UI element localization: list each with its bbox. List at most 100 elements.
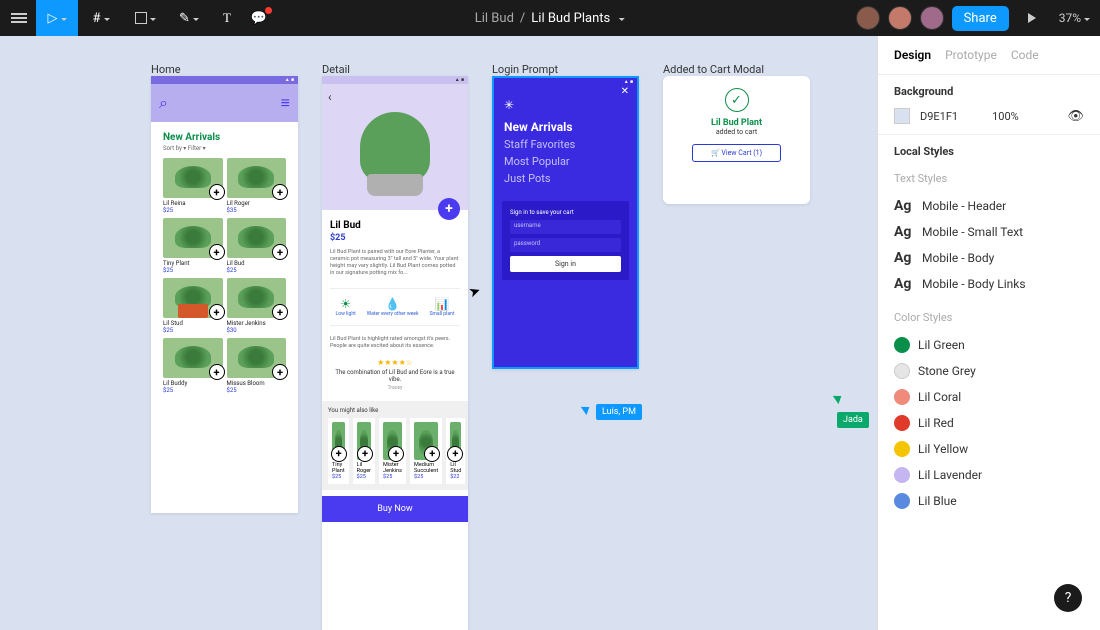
- close-icon[interactable]: ✕: [621, 86, 629, 97]
- comment-tool[interactable]: 💬: [244, 0, 274, 36]
- suggestion-cell[interactable]: +Medium Succulent$25: [410, 418, 442, 484]
- bg-hex[interactable]: D9E1F1: [920, 110, 958, 123]
- frame-label-login[interactable]: Login Prompt: [492, 63, 558, 76]
- top-toolbar: ▷ # ✎ T 💬 Lil Bud / Lil Bud Plants Share…: [0, 0, 1100, 36]
- color-style-row[interactable]: Lil Green: [894, 332, 1084, 358]
- frame-detail[interactable]: ▲ ■ ‹ + Lil Bud $25 Lil Bud Plant is pai…: [322, 76, 468, 630]
- login-nav-item[interactable]: New Arrivals: [504, 120, 627, 134]
- suggestion-cell[interactable]: +Lil Stud$22: [446, 418, 465, 484]
- frame-login[interactable]: ▲ ■ ✕ ✳ New ArrivalsStaff FavoritesMost …: [492, 76, 639, 369]
- frame-home[interactable]: ▲ ■ ⌕≡ New Arrivals Sort by ▾ Filter ▾ +…: [151, 76, 298, 513]
- product-cell[interactable]: +Lil Stud$25: [163, 278, 223, 334]
- rating-stars: ★★★★☆: [330, 358, 460, 367]
- add-button[interactable]: +: [272, 304, 288, 320]
- add-fab[interactable]: +: [438, 198, 460, 220]
- avatar-3[interactable]: [920, 6, 944, 30]
- tab-prototype[interactable]: Prototype: [945, 48, 997, 62]
- feature-item: 💧Water every other week: [367, 297, 419, 317]
- color-style-row[interactable]: Lil Blue: [894, 488, 1084, 514]
- frame-tool[interactable]: #: [80, 0, 122, 36]
- back-icon[interactable]: ‹: [328, 90, 332, 104]
- password-input[interactable]: password: [510, 238, 621, 252]
- plant-price: $30: [227, 327, 287, 334]
- check-icon: ✓: [725, 88, 749, 112]
- text-style-row[interactable]: AgMobile - Small Text: [894, 219, 1084, 245]
- suggestion-cell[interactable]: +Lil Roger$25: [353, 418, 375, 484]
- color-style-row[interactable]: Lil Coral: [894, 384, 1084, 410]
- product-cell[interactable]: +Lil Bud$25: [227, 218, 287, 274]
- product-cell[interactable]: +Lil Reina$25: [163, 158, 223, 214]
- color-style-row[interactable]: Lil Red: [894, 410, 1084, 436]
- add-button[interactable]: +: [209, 244, 225, 260]
- pen-tool[interactable]: ✎: [168, 0, 210, 36]
- add-button[interactable]: +: [424, 446, 440, 462]
- add-button[interactable]: +: [209, 304, 225, 320]
- view-cart-button[interactable]: 🛒 View Cart (1): [692, 144, 781, 162]
- avatar-2[interactable]: [888, 6, 912, 30]
- text-style-row[interactable]: AgMobile - Body Links: [894, 271, 1084, 297]
- product-cell[interactable]: +Missus Bloom$25: [227, 338, 287, 394]
- plant-name: Lil Bud: [227, 260, 287, 267]
- plant-image: +: [163, 278, 223, 318]
- product-cell[interactable]: +Tiny Plant$25: [163, 218, 223, 274]
- frame-label-modal[interactable]: Added to Cart Modal: [663, 63, 764, 76]
- text-styles-label: Text Styles: [894, 172, 1084, 185]
- menu-button[interactable]: [4, 0, 34, 36]
- add-button[interactable]: +: [357, 446, 373, 462]
- product-cell[interactable]: +Mister Jenkins$30: [227, 278, 287, 334]
- product-cell[interactable]: +Lil Buddy$25: [163, 338, 223, 394]
- login-nav-item[interactable]: Just Pots: [504, 172, 627, 185]
- color-swatch: [894, 441, 910, 457]
- add-button[interactable]: +: [331, 446, 347, 462]
- move-tool[interactable]: ▷: [36, 0, 78, 36]
- product-cell[interactable]: +Lil Roger$35: [227, 158, 287, 214]
- add-button[interactable]: +: [388, 446, 404, 462]
- add-button[interactable]: +: [209, 184, 225, 200]
- text-style-row[interactable]: AgMobile - Body: [894, 245, 1084, 271]
- login-nav-item[interactable]: Staff Favorites: [504, 138, 627, 151]
- present-button[interactable]: [1017, 0, 1047, 36]
- shape-tool[interactable]: [124, 0, 166, 36]
- text-icon: T: [223, 10, 231, 26]
- modal-title: Lil Bud Plant: [675, 118, 798, 128]
- search-icon[interactable]: ⌕: [159, 93, 168, 113]
- tab-design[interactable]: Design: [894, 48, 931, 62]
- plant-image: +: [163, 338, 223, 378]
- frame-label-home[interactable]: Home: [151, 63, 181, 76]
- tab-code[interactable]: Code: [1011, 48, 1039, 62]
- buy-now-button[interactable]: Buy Now: [322, 496, 468, 522]
- text-style-row[interactable]: AgMobile - Header: [894, 193, 1084, 219]
- bg-swatch[interactable]: [894, 108, 910, 124]
- plant-image: +: [450, 422, 461, 460]
- frame-modal[interactable]: ✓ Lil Bud Plant added to cart 🛒 View Car…: [663, 76, 810, 204]
- add-button[interactable]: +: [272, 364, 288, 380]
- hamburger-icon[interactable]: ≡: [281, 93, 290, 113]
- share-button[interactable]: Share: [952, 6, 1009, 31]
- suggestion-cell[interactable]: +Mister Jenkins$25: [379, 418, 406, 484]
- help-button[interactable]: ?: [1054, 584, 1082, 612]
- add-button[interactable]: +: [272, 184, 288, 200]
- color-style-row[interactable]: Lil Yellow: [894, 436, 1084, 462]
- breadcrumb[interactable]: Lil Bud / Lil Bud Plants: [475, 11, 625, 26]
- signin-button[interactable]: Sign in: [510, 256, 621, 272]
- text-tool[interactable]: T: [212, 0, 242, 36]
- plant-name: Lil Reina: [163, 200, 223, 207]
- plant-price: $25: [227, 267, 287, 274]
- visibility-icon[interactable]: 👁: [1067, 109, 1084, 124]
- canvas[interactable]: Home ▲ ■ ⌕≡ New Arrivals Sort by ▾ Filte…: [0, 36, 877, 630]
- add-button[interactable]: +: [447, 446, 463, 462]
- frame-label-detail[interactable]: Detail: [322, 63, 350, 76]
- add-button[interactable]: +: [272, 244, 288, 260]
- zoom-control[interactable]: 37%: [1055, 11, 1094, 25]
- plant-image: +: [383, 422, 402, 460]
- bg-opacity[interactable]: 100%: [992, 110, 1019, 123]
- color-style-row[interactable]: Stone Grey: [894, 358, 1084, 384]
- color-style-row[interactable]: Lil Lavender: [894, 462, 1084, 488]
- suggestion-cell[interactable]: +Tiny Plant$25: [328, 418, 349, 484]
- login-nav-item[interactable]: Most Popular: [504, 155, 627, 168]
- sort-filter[interactable]: Sort by ▾ Filter ▾: [163, 145, 286, 152]
- avatar-1[interactable]: [856, 6, 880, 30]
- plant-name: Lil Buddy: [163, 380, 223, 387]
- add-button[interactable]: +: [209, 364, 225, 380]
- username-input[interactable]: username: [510, 220, 621, 234]
